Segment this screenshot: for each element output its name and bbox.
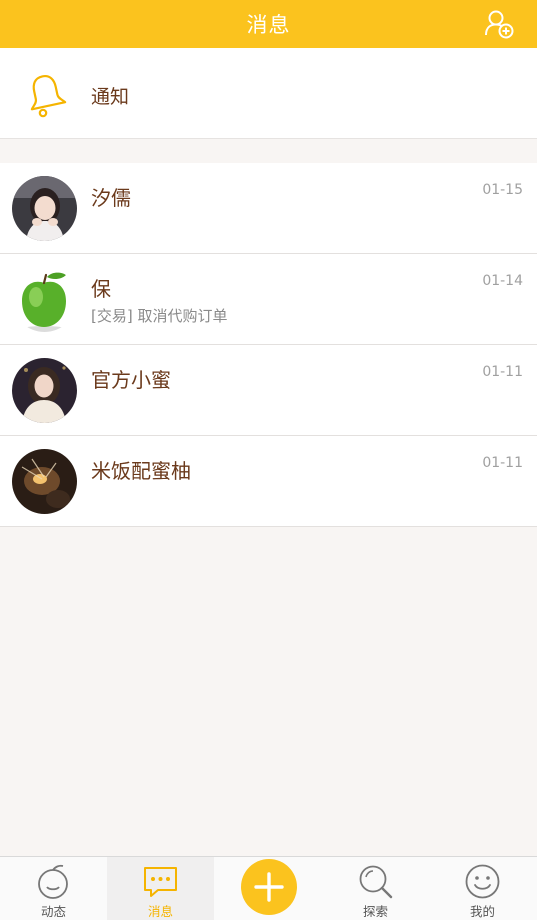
contact-name: 米饭配蜜柚 [91, 459, 191, 483]
tab-explore[interactable]: 探索 [322, 857, 429, 920]
top-nav-bar: 消息 [0, 0, 537, 48]
plus-icon [254, 872, 284, 902]
avatar [12, 176, 77, 241]
tab-messages[interactable]: 消息 [107, 857, 214, 920]
page-title: 消息 [246, 13, 291, 37]
contact-name: 保 [91, 277, 111, 301]
tab-label: 消息 [147, 904, 173, 919]
message-time: 01-14 [482, 273, 523, 289]
conversation-item[interactable]: 米饭配蜜柚 01-11 [0, 436, 537, 527]
conversation-list: 汐儒 01-15 保 [交易] 取消代购订单 01-14 官方小蜜 01-11 … [0, 163, 537, 527]
messages-screen: 消息 通知 汐儒 01-15 保 [交易] 取消代购订单 01-14 官方小蜜 … [0, 0, 537, 920]
conversation-item[interactable]: 汐儒 01-15 [0, 163, 537, 254]
smiley-icon [465, 864, 500, 899]
tab-moments[interactable]: 动态 [0, 857, 107, 920]
avatar [12, 449, 77, 514]
message-preview: [交易] 取消代购订单 [91, 307, 228, 325]
contact-name: 官方小蜜 [91, 368, 171, 392]
message-time: 01-11 [482, 455, 523, 471]
chat-icon [144, 867, 177, 897]
conversation-item[interactable]: 官方小蜜 01-11 [0, 345, 537, 436]
notification-entry[interactable]: 通知 [0, 48, 537, 139]
moments-icon [38, 864, 68, 899]
publish-button[interactable] [241, 859, 297, 915]
tab-label: 我的 [469, 904, 495, 919]
search-icon [359, 865, 393, 899]
notification-label: 通知 [91, 86, 130, 108]
bell-icon [30, 74, 67, 118]
avatar [12, 358, 77, 423]
tab-label: 探索 [362, 904, 388, 919]
add-user-icon [485, 10, 514, 39]
tab-label: 动态 [40, 904, 66, 919]
tab-profile[interactable]: 我的 [429, 857, 536, 920]
conversation-item[interactable]: 保 [交易] 取消代购订单 01-14 [0, 254, 537, 345]
add-contact-button[interactable] [481, 6, 517, 42]
contact-name: 汐儒 [91, 186, 131, 210]
message-time: 01-15 [482, 182, 523, 198]
avatar [12, 267, 77, 332]
message-time: 01-11 [482, 364, 523, 380]
